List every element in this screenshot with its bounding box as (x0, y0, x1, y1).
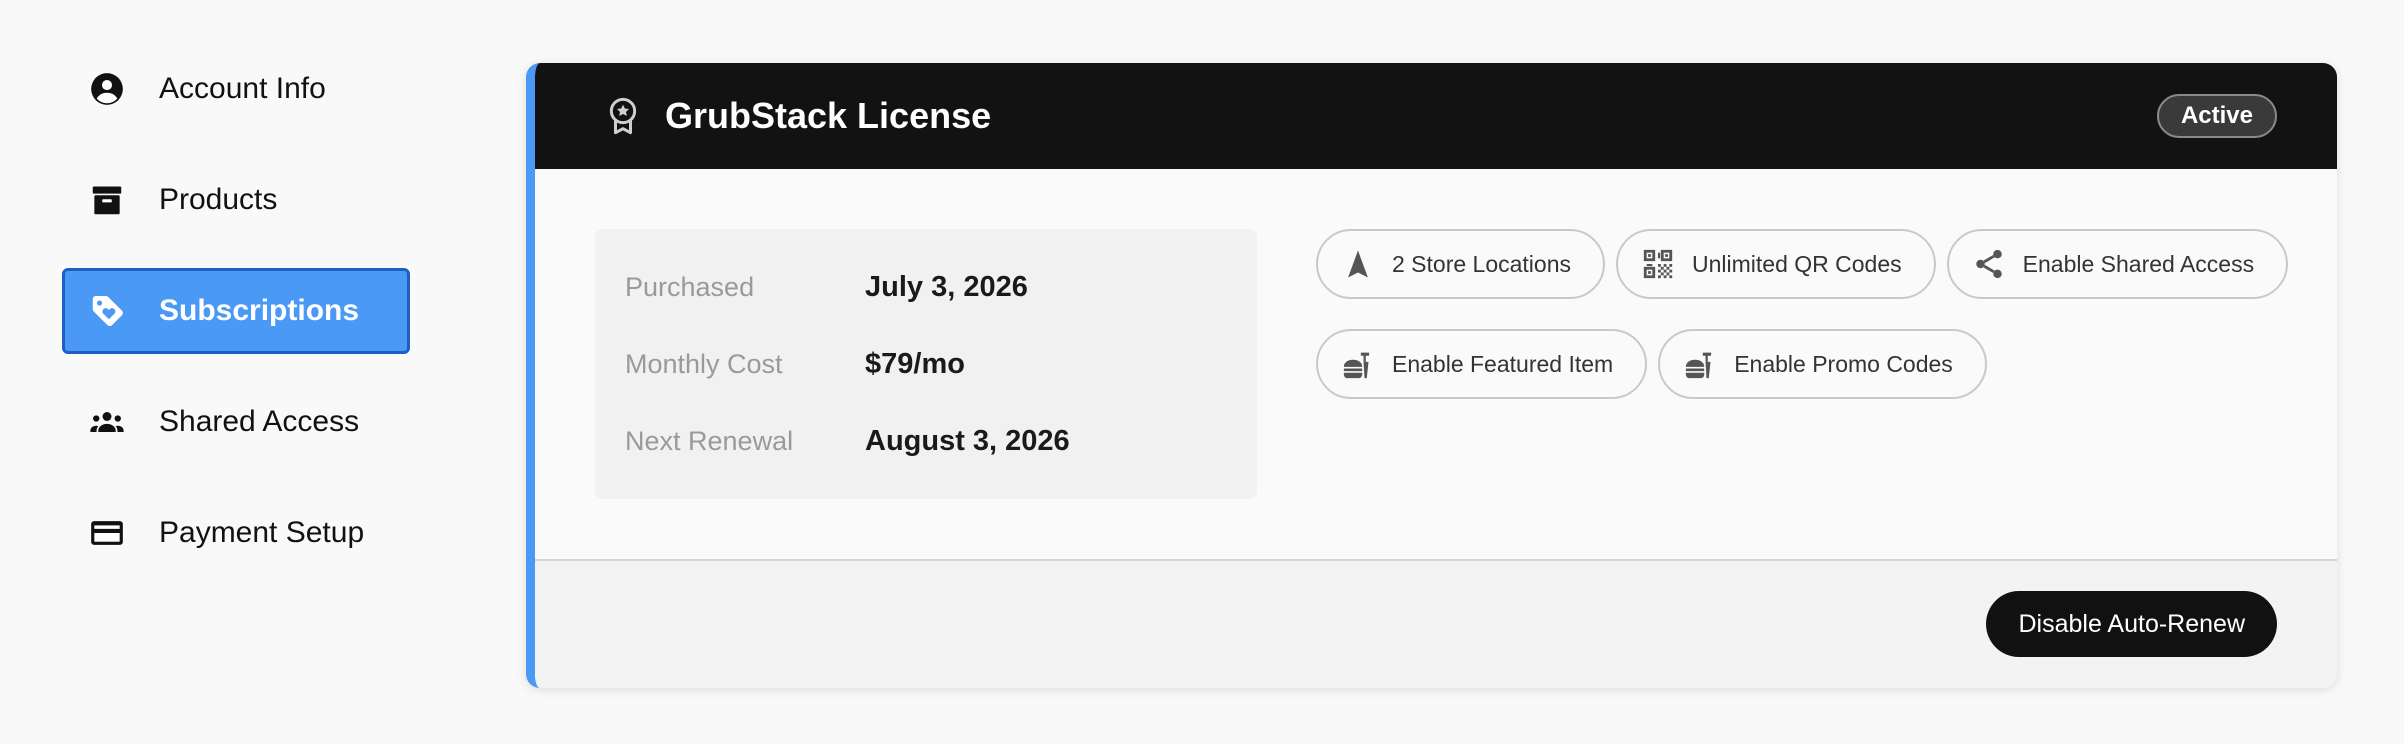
license-title: GrubStack License (665, 95, 992, 136)
award-badge-icon (609, 97, 637, 135)
navigation-arrow-icon (1340, 246, 1376, 282)
share-icon (1971, 246, 2007, 282)
fastfood-icon (1340, 346, 1376, 382)
credit-card-icon (86, 512, 128, 554)
detail-key: Monthly Cost (625, 349, 783, 379)
sidebar-item-shared-access[interactable]: Shared Access (62, 379, 410, 465)
archive-box-icon (86, 179, 128, 221)
status-badge: Active (2156, 94, 2277, 138)
fastfood-icon (1682, 346, 1718, 382)
detail-key: Next Renewal (625, 426, 794, 456)
license-details: Purchased July 3, 2026 Monthly Cost $79/… (595, 229, 1257, 499)
license-card-footer: Disable Auto-Renew (535, 559, 2337, 688)
tag-icon (86, 290, 128, 332)
feature-row: Enable Featured Item Enable Promo Codes (1316, 329, 2306, 399)
sidebar-item-label: Subscriptions (159, 294, 360, 327)
sidebar-item-payment-setup[interactable]: Payment Setup (62, 490, 410, 576)
detail-row-monthly-cost: Monthly Cost $79/mo (595, 326, 1257, 403)
detail-value: $79/mo (865, 348, 965, 380)
feature-chip-qr-codes[interactable]: Unlimited QR Codes (1616, 229, 1936, 299)
feature-chip-label: 2 Store Locations (1392, 250, 1572, 277)
sidebar-item-account-info[interactable]: Account Info (62, 46, 410, 132)
detail-row-next-renewal: Next Renewal August 3, 2026 (595, 403, 1257, 480)
sidebar-item-label: Account Info (159, 72, 326, 105)
account-circle-icon (86, 68, 128, 110)
feature-chip-shared-access[interactable]: Enable Shared Access (1946, 229, 2289, 299)
detail-value: August 3, 2026 (865, 425, 1070, 457)
sidebar-item-label: Shared Access (159, 405, 360, 438)
group-icon (86, 401, 128, 443)
license-card-header: GrubStack License Active (535, 63, 2337, 169)
detail-key: Purchased (625, 272, 755, 302)
sidebar-item-label: Products (159, 183, 278, 216)
sidebar-item-subscriptions[interactable]: Subscriptions (62, 268, 410, 354)
feature-chip-featured-item[interactable]: Enable Featured Item (1316, 329, 1648, 399)
sidebar-nav: Account Info Products Subscriptions Shar… (62, 46, 410, 601)
sidebar-item-products[interactable]: Products (62, 157, 410, 243)
detail-value: July 3, 2026 (865, 271, 1028, 303)
feature-chip-label: Unlimited QR Codes (1692, 250, 1902, 277)
feature-chip-label: Enable Featured Item (1392, 350, 1614, 377)
feature-chip-label: Enable Shared Access (2022, 250, 2255, 277)
feature-chip-store-locations[interactable]: 2 Store Locations (1316, 229, 1606, 299)
detail-row-purchased: Purchased July 3, 2026 (595, 249, 1257, 326)
feature-chip-label: Enable Promo Codes (1734, 350, 1953, 377)
sidebar-item-label: Payment Setup (159, 516, 365, 549)
qr-code-icon (1640, 246, 1676, 282)
feature-chip-promo-codes[interactable]: Enable Promo Codes (1658, 329, 1987, 399)
license-card-body: Purchased July 3, 2026 Monthly Cost $79/… (535, 169, 2337, 561)
license-card: GrubStack License Active Purchased July … (526, 63, 2337, 688)
feature-chips: 2 Store Locations Unlimited QR Codes Ena… (1316, 229, 2306, 429)
disable-auto-renew-button[interactable]: Disable Auto-Renew (1986, 591, 2277, 657)
feature-row: 2 Store Locations Unlimited QR Codes Ena… (1316, 229, 2306, 299)
